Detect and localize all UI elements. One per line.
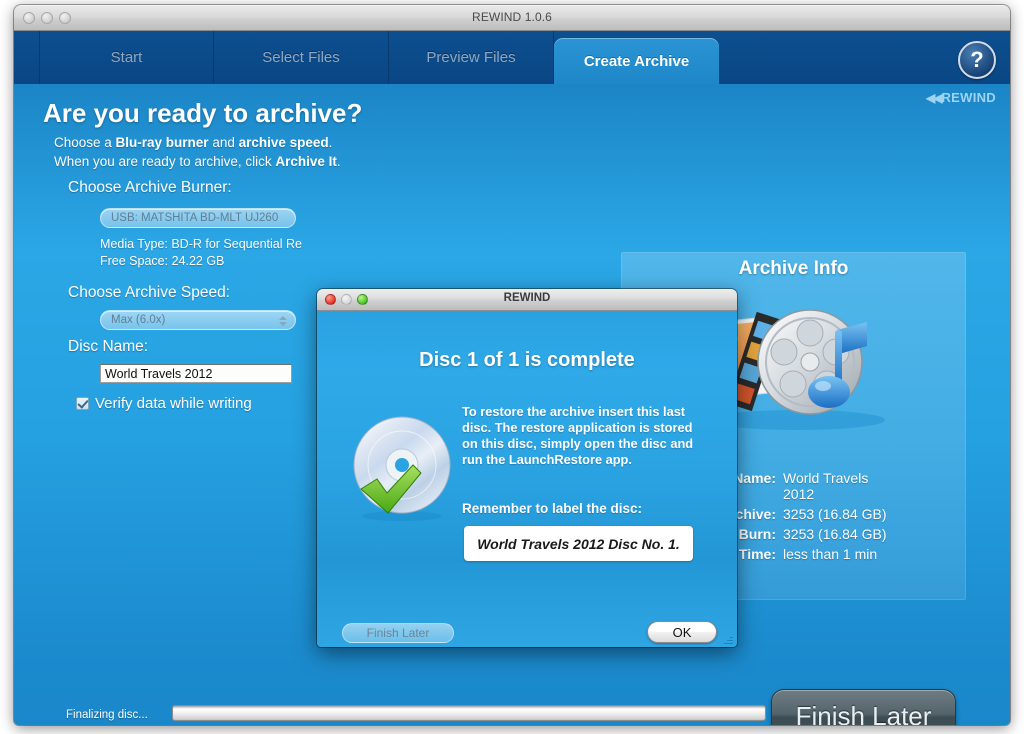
disc-label-value: World Travels 2012 Disc No. 1. (464, 526, 693, 561)
archive-info-title: Archive Info (738, 258, 849, 279)
tab-start[interactable]: Start (39, 31, 214, 84)
subtitle-2-bold-1: Archive It (275, 154, 337, 169)
subtitle-1-mid: and (208, 135, 239, 150)
verify-checkbox-row[interactable]: Verify data while writing (76, 395, 252, 412)
archive-name-value: World Travels 2012 (783, 470, 966, 502)
disc-name-label: Disc Name: (68, 338, 149, 355)
disc-name-input[interactable] (100, 364, 292, 383)
dialog-ok-button[interactable]: OK (647, 621, 717, 643)
burner-label: Choose Archive Burner: (68, 179, 232, 196)
dialog-body-text: To restore the archive insert this last … (462, 404, 694, 467)
burn-time-value: less than 1 min (783, 546, 878, 562)
window-titlebar: REWIND 1.0.6 (14, 5, 1010, 31)
subtitle-1-bold-2: archive speed (238, 135, 329, 150)
archive-name-value-line2: 2012 (783, 486, 815, 502)
subtitle-1-post: . (328, 135, 333, 150)
disc-complete-icon (353, 416, 451, 521)
tab-bar: Start Select Files Preview Files Create … (14, 31, 1010, 84)
speed-label: Choose Archive Speed: (68, 284, 230, 301)
screenshot-root: REWIND 1.0.6 Start Select Files Preview … (0, 0, 1024, 734)
subtitle-line-2: When you are ready to archive, click Arc… (54, 154, 341, 169)
rewind-symbol-icon: ◀◀ (926, 91, 943, 105)
rewind-wordmark: ◀◀REWIND (926, 90, 996, 105)
files-in-archive-value: 3253 (16.84 GB) (783, 506, 887, 522)
media-type-text: Media Type: BD-R for Sequential Re (100, 237, 302, 251)
page-title: Are you ready to archive? (43, 98, 363, 128)
tab-preview-files[interactable]: Preview Files (389, 31, 554, 84)
dialog-titlebar: REWIND (317, 289, 737, 311)
free-space-text: Free Space: 24.22 GB (100, 254, 225, 268)
main-content: ◀◀REWIND Are you ready to archive? Choos… (14, 84, 1010, 725)
subtitle-1-bold-1: Blu-ray burner (115, 135, 209, 150)
subtitle-1-pre: Choose a (54, 135, 116, 150)
rewind-brand-text: REWIND (941, 90, 996, 105)
tab-create-archive[interactable]: Create Archive (554, 38, 719, 84)
verify-label: Verify data while writing (95, 395, 252, 412)
window-title: REWIND 1.0.6 (472, 10, 552, 24)
dialog-body: Disc 1 of 1 is complete To restore the a… (317, 311, 737, 647)
subtitle-line-1: Choose a Blu-ray burner and archive spee… (54, 135, 332, 150)
dialog-title: REWIND (503, 292, 551, 304)
dialog-resize-grip[interactable] (721, 633, 735, 647)
tab-select-files[interactable]: Select Files (214, 31, 389, 84)
burner-select[interactable]: USB: MATSHITA BD-MLT UJ260 (100, 208, 296, 228)
files-to-burn-value: 3253 (16.84 GB) (783, 526, 887, 542)
checkbox-icon[interactable] (76, 397, 89, 410)
app-window: REWIND 1.0.6 Start Select Files Preview … (14, 5, 1010, 725)
finish-later-button[interactable]: Finish Later (771, 689, 956, 725)
archive-name-value-line1: World Travels (783, 470, 869, 486)
speed-select[interactable]: Max (6.0x) (100, 310, 296, 330)
status-text: Finalizing disc... (66, 709, 148, 721)
subtitle-2-pre: When you are ready to archive, click (54, 154, 276, 169)
dialog-heading: Disc 1 of 1 is complete (419, 349, 635, 371)
chevron-updown-icon[interactable] (279, 313, 288, 329)
help-icon[interactable]: ? (958, 41, 996, 79)
progress-bar (172, 705, 766, 721)
dialog-finish-later-button[interactable]: Finish Later (342, 623, 454, 643)
dialog-remember-text: Remember to label the disc: (462, 501, 643, 516)
speed-select-value: Max (6.0x) (111, 314, 166, 326)
subtitle-2-post: . (336, 154, 341, 169)
burner-select-value: USB: MATSHITA BD-MLT UJ260 (111, 212, 279, 224)
completion-dialog: REWIND Disc 1 of 1 is complete To restor… (317, 289, 737, 647)
